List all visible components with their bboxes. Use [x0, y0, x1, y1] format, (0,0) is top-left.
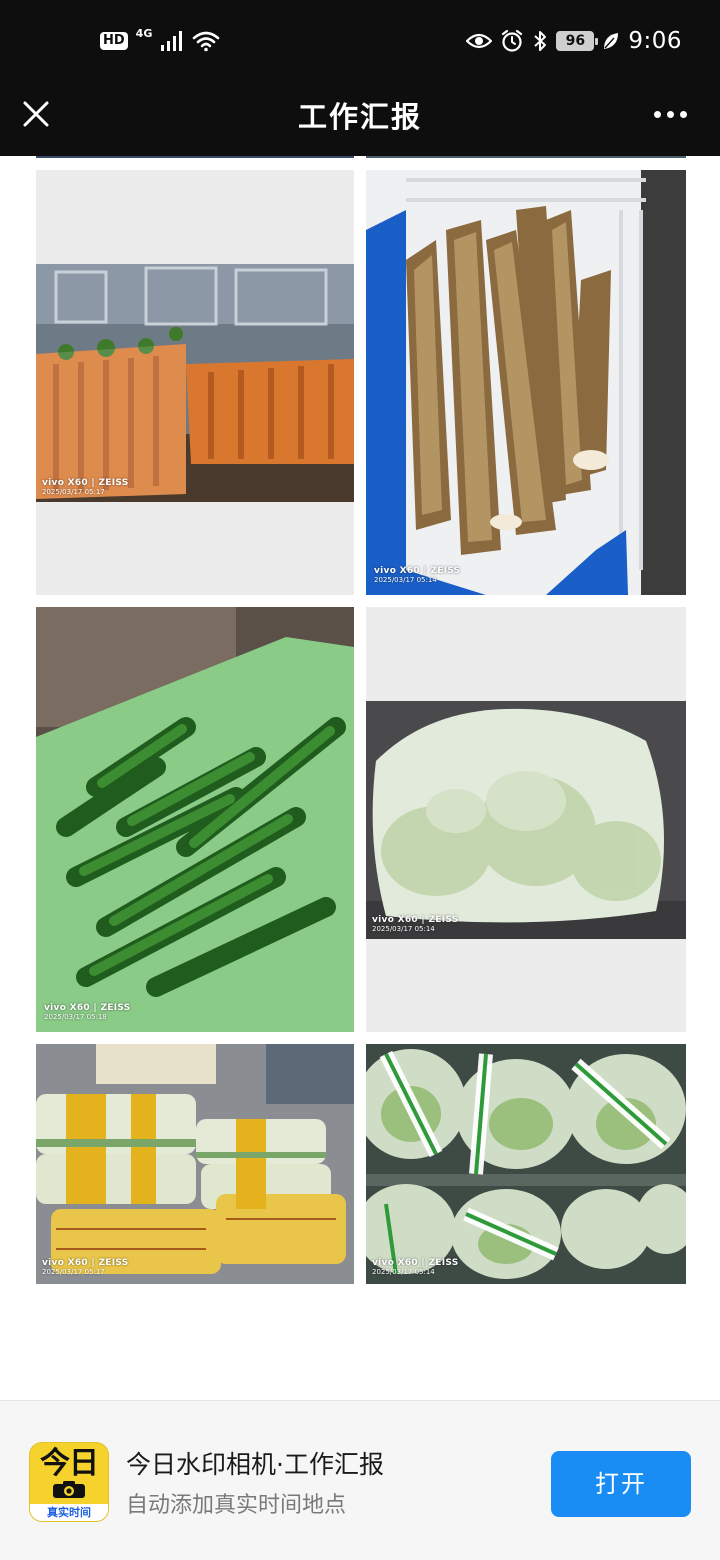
- more-icon: [653, 110, 661, 118]
- watermark-date: 2025/03/17 05:14: [372, 1268, 435, 1277]
- photo-bagged-greens[interactable]: vivo X60 | ZEISS 2025/03/17 05:14: [366, 1044, 686, 1284]
- wifi-icon: [193, 31, 220, 52]
- bagged-greens-image: [366, 1044, 686, 1284]
- yams-image: [366, 170, 686, 595]
- watermark-brand: vivo X60 | ZEISS: [372, 915, 459, 925]
- bluetooth-icon: [534, 31, 547, 51]
- hd-badge: HD: [100, 32, 128, 50]
- photo-carrots[interactable]: vivo X60 | ZEISS 2025/03/17 05:17: [36, 170, 354, 595]
- network-type: 4G: [135, 26, 153, 40]
- watermark-date: 2025/03/17 05:17: [42, 1268, 105, 1277]
- leaf-icon: [604, 33, 619, 49]
- watermark-date: 2025/03/17 05:18: [44, 1013, 107, 1022]
- app-subtitle: 自动添加真实时间地点: [126, 1493, 347, 1518]
- cabbage-image: [366, 701, 686, 939]
- watermark-brand: vivo X60 | ZEISS: [42, 478, 129, 488]
- photo-watermark: vivo X60 | ZEISS 2025/03/17 05:17: [42, 478, 129, 496]
- watermark-date: 2025/03/17 05:14: [374, 576, 437, 585]
- alarm-icon: [502, 29, 523, 52]
- signal-icon: [161, 31, 183, 51]
- status-left: HD 4G: [100, 26, 220, 56]
- watermark-brand: vivo X60 | ZEISS: [372, 1258, 459, 1268]
- carrots-image: [36, 264, 354, 502]
- watermark-date: 2025/03/17 05:14: [372, 925, 435, 934]
- watermark-brand: vivo X60 | ZEISS: [42, 1258, 129, 1268]
- status-right: 96 9:06: [466, 24, 682, 58]
- app-title: 今日水印相机·工作汇报: [126, 1450, 384, 1479]
- clock: 9:06: [628, 28, 682, 54]
- open-app-button[interactable]: 打开: [551, 1451, 691, 1517]
- camera-icon: [53, 1481, 85, 1498]
- napa-cabbage-image: [36, 1044, 354, 1284]
- app-icon[interactable]: 今日 真实时间: [30, 1443, 108, 1521]
- status-bar: HD 4G 96 9:06: [0, 0, 720, 84]
- photo-watermark: vivo X60 | ZEISS 2025/03/17 05:14: [372, 1258, 459, 1276]
- battery-icon: 96: [556, 31, 599, 51]
- photo-watermark: vivo X60 | ZEISS 2025/03/17 05:14: [374, 566, 461, 584]
- app-icon-text: 今日: [40, 1446, 99, 1481]
- eye-icon: [466, 33, 493, 49]
- previous-row-peek: [366, 156, 686, 158]
- battery-level: 96: [565, 33, 586, 49]
- app-promo-banner[interactable]: 今日 真实时间 今日水印相机·工作汇报 自动添加真实时间地点 打开: [0, 1400, 720, 1560]
- photo-watermark: vivo X60 | ZEISS 2025/03/17 05:18: [44, 1003, 131, 1021]
- photo-yams[interactable]: vivo X60 | ZEISS 2025/03/17 05:14: [366, 170, 686, 595]
- photo-napa-cabbage[interactable]: vivo X60 | ZEISS 2025/03/17 05:17: [36, 1044, 354, 1284]
- more-button[interactable]: [646, 94, 694, 134]
- photo-watermark: vivo X60 | ZEISS 2025/03/17 05:14: [372, 915, 459, 933]
- previous-row-peek: [36, 156, 354, 158]
- watermark-date: 2025/03/17 05:17: [42, 488, 105, 497]
- photo-green-peppers[interactable]: vivo X60 | ZEISS 2025/03/17 05:18: [36, 607, 354, 1032]
- app-icon-tag: 真实时间: [30, 1504, 108, 1521]
- photo-watermark: vivo X60 | ZEISS 2025/03/17 05:17: [42, 1258, 129, 1276]
- peppers-image: [36, 607, 354, 1032]
- page-title: 工作汇报: [297, 100, 422, 134]
- watermark-brand: vivo X60 | ZEISS: [44, 1003, 131, 1013]
- photo-cabbage[interactable]: vivo X60 | ZEISS 2025/03/17 05:14: [366, 607, 686, 1032]
- header: 工作汇报: [0, 84, 720, 142]
- top-bar: HD 4G 96 9:06 工作汇报: [0, 0, 720, 156]
- watermark-brand: vivo X60 | ZEISS: [374, 566, 461, 576]
- photo-grid[interactable]: vivo X60 | ZEISS 2025/03/17 05:17 vivo X…: [0, 156, 720, 1400]
